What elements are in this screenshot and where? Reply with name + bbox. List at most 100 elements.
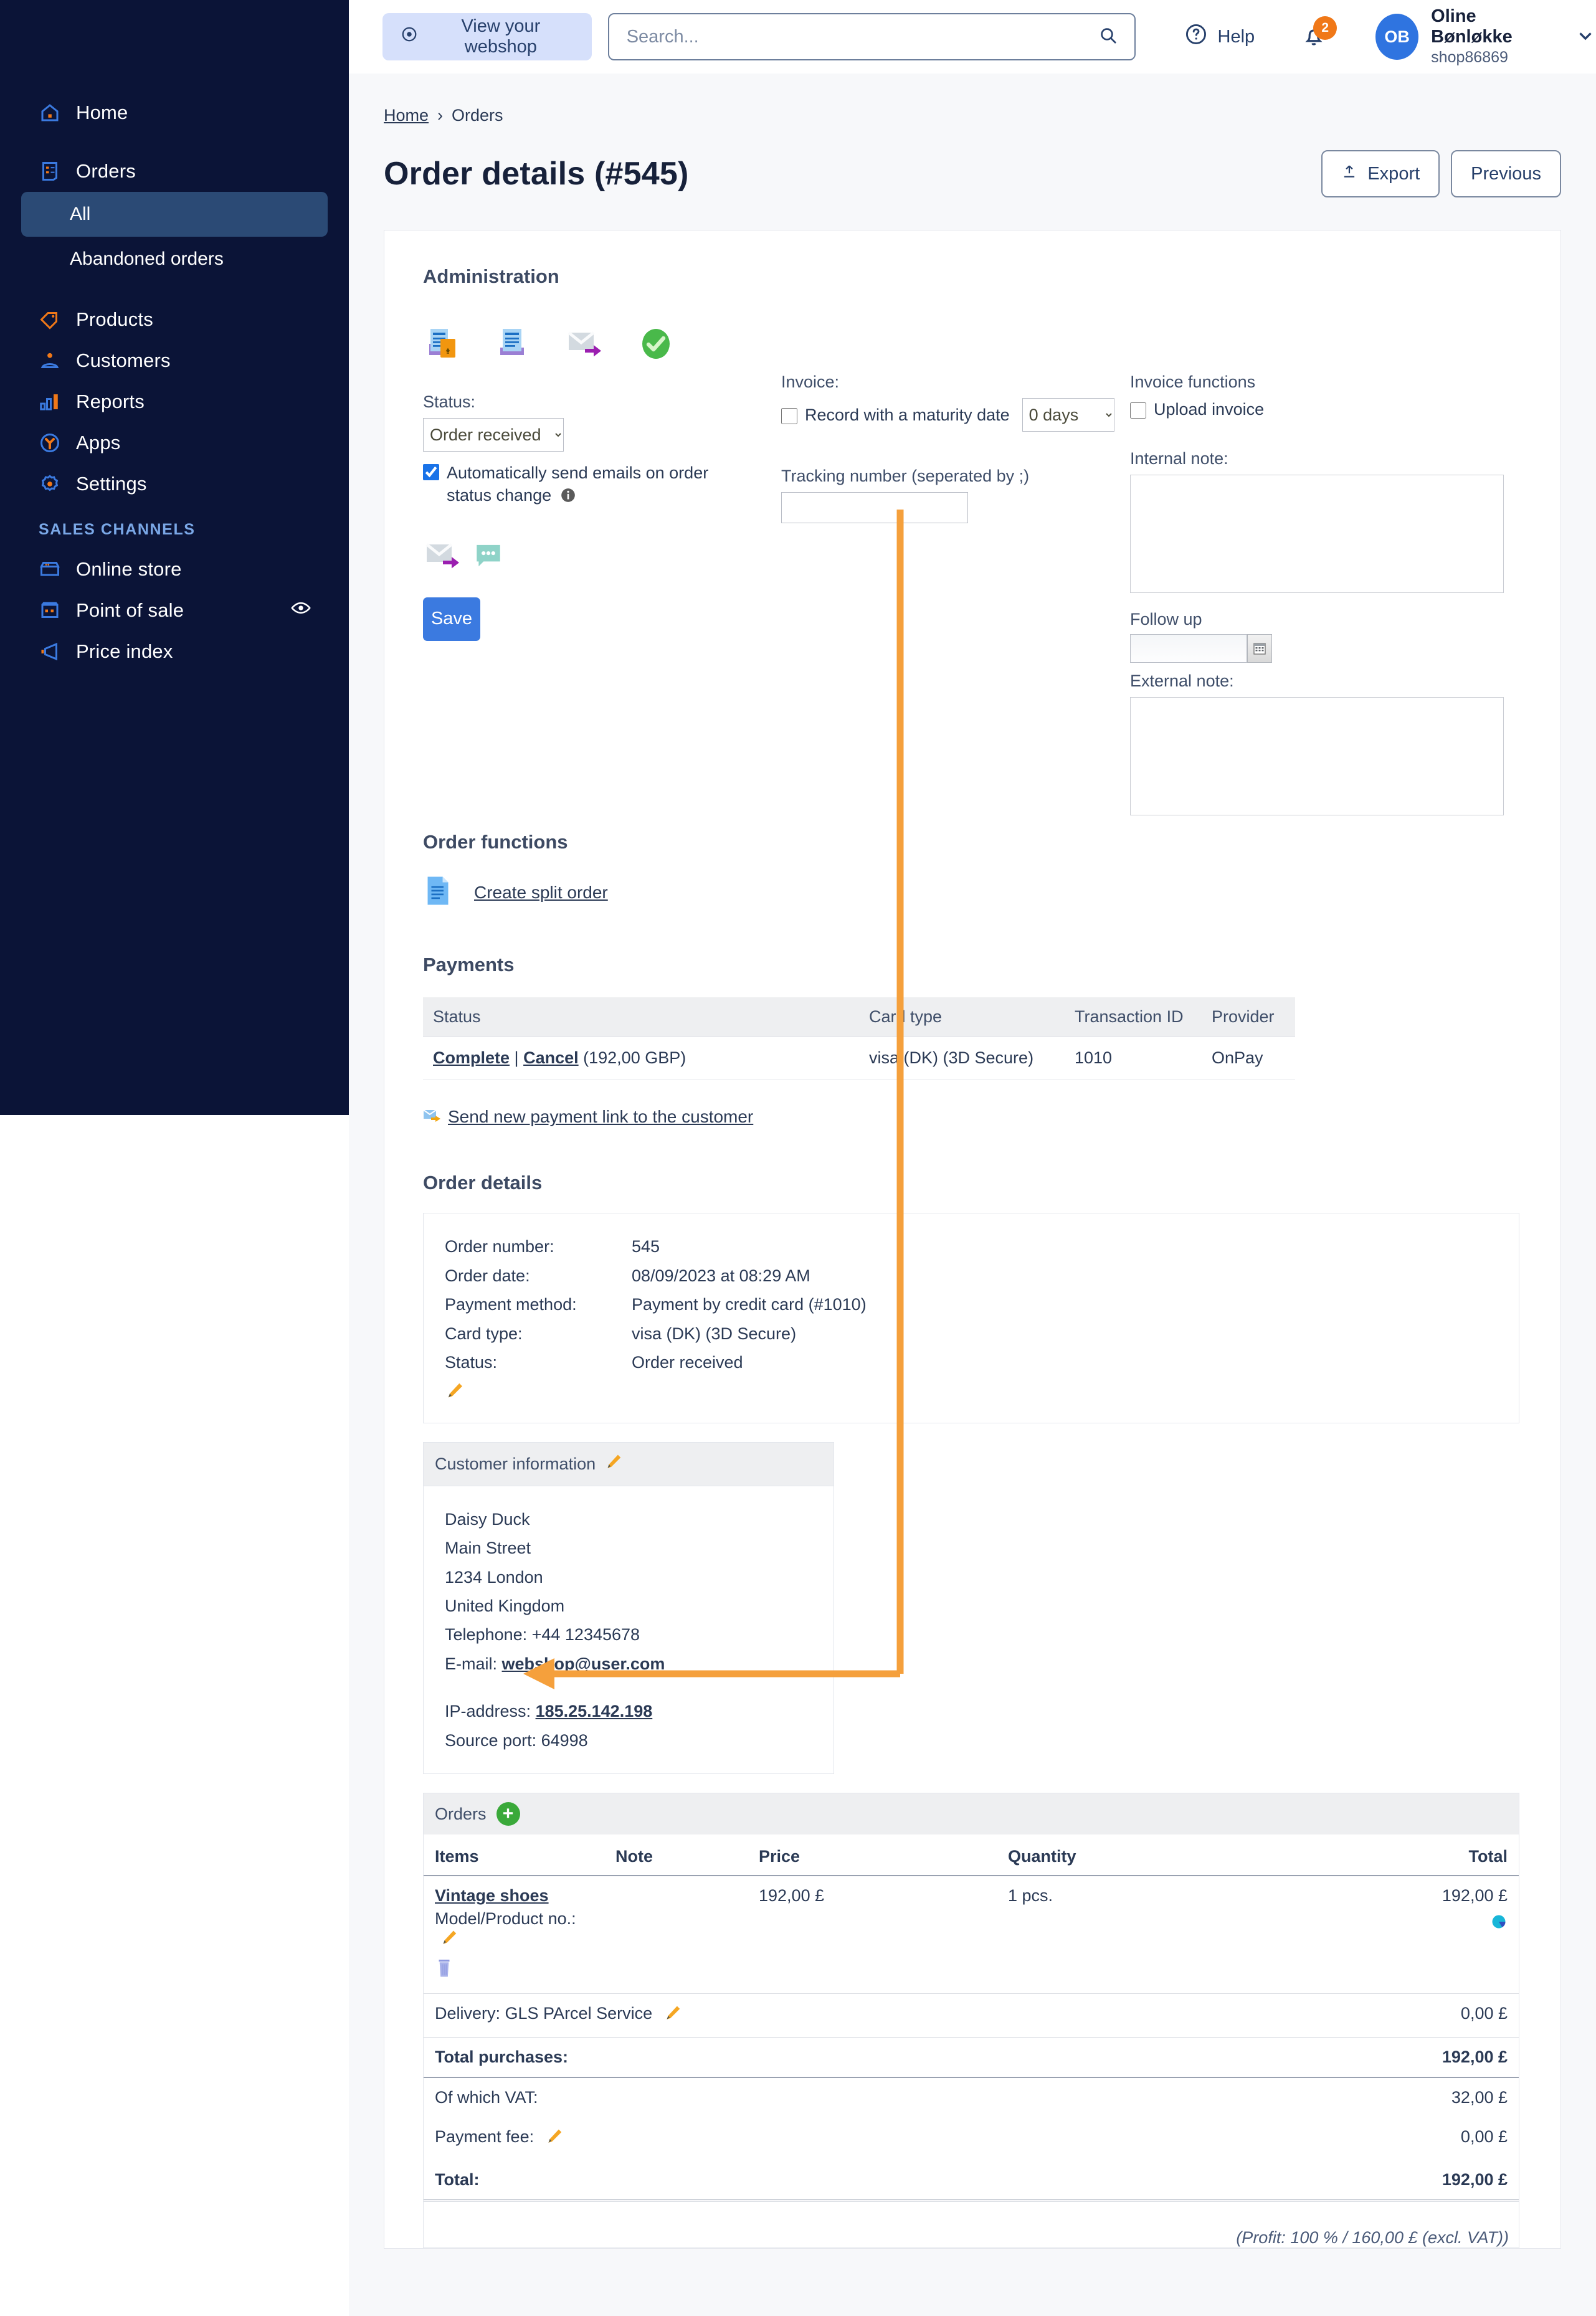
order-detail-row: Order date: 08/09/2023 at 08:29 AM: [445, 1261, 1498, 1290]
customer-email-link[interactable]: webshop@user.com: [502, 1654, 665, 1673]
send-payment-link-row[interactable]: Send new payment link to the customer: [423, 1107, 1522, 1127]
breadcrumb-current[interactable]: Orders: [452, 106, 503, 125]
follow-up-field[interactable]: [1130, 634, 1504, 663]
apps-icon: [37, 430, 62, 455]
delete-item-button[interactable]: [435, 1958, 593, 1983]
sidebar-item-price-index[interactable]: Price index: [0, 631, 349, 672]
sales-channels-header: SALES CHANNELS: [39, 521, 196, 538]
chevron-down-icon[interactable]: [1575, 25, 1596, 49]
maturity-row[interactable]: Record with a maturity date 0 days: [781, 398, 1130, 432]
complete-payment-link[interactable]: Complete: [433, 1048, 510, 1067]
edit-delivery-button[interactable]: [663, 2006, 682, 2026]
internal-note-label: Internal note:: [1130, 449, 1228, 468]
export-label: Export: [1367, 163, 1420, 184]
previous-button[interactable]: Previous: [1451, 150, 1561, 197]
sidebar-item-label: Orders: [76, 160, 136, 182]
sidebar-item-products[interactable]: Products: [0, 299, 349, 340]
edit-payment-fee-button[interactable]: [545, 2129, 564, 2150]
notifications-button[interactable]: 2: [1301, 16, 1337, 52]
info-icon[interactable]: [560, 488, 576, 507]
chart-icon: [37, 389, 62, 414]
customer-ip-link[interactable]: 185.25.142.198: [536, 1702, 653, 1720]
sidebar-item-reports[interactable]: Reports: [0, 381, 349, 422]
add-item-button[interactable]: +: [496, 1802, 520, 1826]
follow-up-input[interactable]: [1130, 634, 1247, 663]
send-payment-link[interactable]: Send new payment link to the customer: [448, 1107, 753, 1127]
tracking-number-label: Tracking number (seperated by ;): [781, 467, 1030, 485]
grand-total-value: 192,00 £: [1442, 2170, 1508, 2190]
customer-country: United Kingdom: [445, 1596, 565, 1615]
sidebar-item-online-store[interactable]: Online store: [0, 549, 349, 590]
auto-email-checkbox[interactable]: [423, 464, 439, 480]
create-split-order-link[interactable]: Create split order: [474, 883, 608, 903]
auto-email-row[interactable]: Automatically send emails on order statu…: [423, 462, 781, 510]
search-box[interactable]: [607, 13, 1136, 60]
stock-status-icon[interactable]: [1282, 1913, 1508, 1935]
customer-icon: [37, 348, 62, 373]
edit-item-button[interactable]: [440, 1930, 458, 1951]
sidebar-item-settings[interactable]: Settings: [0, 463, 349, 505]
maturity-checkbox[interactable]: [781, 408, 797, 424]
user-menu[interactable]: OB Oline Bønløkke shop86869: [1375, 6, 1596, 67]
grand-total-row: Total: 192,00 £: [424, 2160, 1519, 2201]
payments-table: Status Card type Transaction ID Provider…: [423, 997, 1295, 1080]
sidebar-item-customers[interactable]: Customers: [0, 340, 349, 381]
upload-invoice-row[interactable]: Upload invoice: [1130, 398, 1504, 420]
upload-invoice-label: Upload invoice: [1154, 400, 1265, 419]
vat-row: Of which VAT: 32,00 £: [424, 2077, 1519, 2118]
split-order-icon[interactable]: [423, 875, 453, 910]
sidebar-item-label: Home: [76, 102, 128, 123]
comment-icon[interactable]: [473, 540, 504, 574]
payments-col-status: Status: [423, 997, 859, 1038]
administration-middle-column: Invoice: Record with a maturity date 0 d…: [781, 324, 1130, 819]
pos-icon: [37, 598, 62, 623]
payments-heading: Payments: [423, 954, 515, 976]
item-name-link[interactable]: Vintage shoes: [435, 1886, 593, 1905]
eye-icon[interactable]: [290, 597, 311, 624]
payment-provider: OnPay: [1202, 1037, 1295, 1080]
payment-method-value: Payment by credit card (#1010): [632, 1295, 867, 1314]
items-col-price: Price: [748, 1834, 997, 1877]
customer-ip-row: IP-address: 185.25.142.198: [445, 1697, 812, 1725]
help-button[interactable]: Help: [1184, 22, 1255, 51]
edit-customer-button[interactable]: [604, 1453, 623, 1476]
payment-method-label: Payment method:: [445, 1295, 577, 1314]
sidebar-item-orders-all[interactable]: All: [21, 192, 328, 237]
internal-note-textarea[interactable]: [1130, 475, 1504, 594]
export-button[interactable]: Export: [1321, 150, 1440, 197]
sidebar-item-orders[interactable]: Orders: [0, 151, 349, 192]
invoice-card-icon[interactable]: [423, 324, 463, 367]
sidebar-item-apps[interactable]: Apps: [0, 422, 349, 463]
sidebar-item-label: Point of sale: [76, 599, 184, 621]
sidebar-item-point-of-sale[interactable]: Point of sale: [0, 590, 349, 631]
send-email-icon[interactable]: [423, 536, 463, 579]
delivery-cell: Delivery: GLS PArcel Service: [424, 1993, 1271, 2038]
status-select[interactable]: Order received: [423, 418, 564, 452]
sidebar-item-label: Products: [76, 308, 153, 330]
external-note-textarea[interactable]: [1130, 697, 1504, 816]
send-email-icon[interactable]: [565, 324, 605, 367]
view-webshop-button[interactable]: View your webshop: [382, 13, 592, 60]
cancel-payment-link[interactable]: Cancel: [523, 1048, 579, 1067]
title-actions: Export Previous: [1321, 150, 1561, 197]
maturity-days-select[interactable]: 0 days: [1022, 398, 1114, 432]
item-quantity: 1 pcs.: [997, 1876, 1271, 1995]
store-icon: [37, 557, 62, 582]
upload-invoice-checkbox[interactable]: [1130, 402, 1146, 419]
tracking-number-input[interactable]: [781, 492, 968, 523]
search-icon[interactable]: [1098, 26, 1118, 49]
save-button[interactable]: Save: [423, 597, 480, 641]
upload-icon: [1341, 163, 1357, 184]
search-input[interactable]: [625, 26, 1098, 48]
breadcrumb-home[interactable]: Home: [384, 106, 429, 125]
approve-check-icon[interactable]: [636, 324, 676, 367]
calendar-icon[interactable]: [1247, 634, 1272, 663]
item-price: 192,00 £: [748, 1876, 997, 1995]
payment-fee-cell: Payment fee:: [424, 2117, 1271, 2160]
edit-order-details-button[interactable]: [445, 1381, 1498, 1404]
sidebar-item-home[interactable]: Home: [0, 92, 349, 133]
sidebar-item-abandoned-orders[interactable]: Abandoned orders: [21, 237, 328, 282]
invoice-icon[interactable]: [494, 324, 534, 367]
